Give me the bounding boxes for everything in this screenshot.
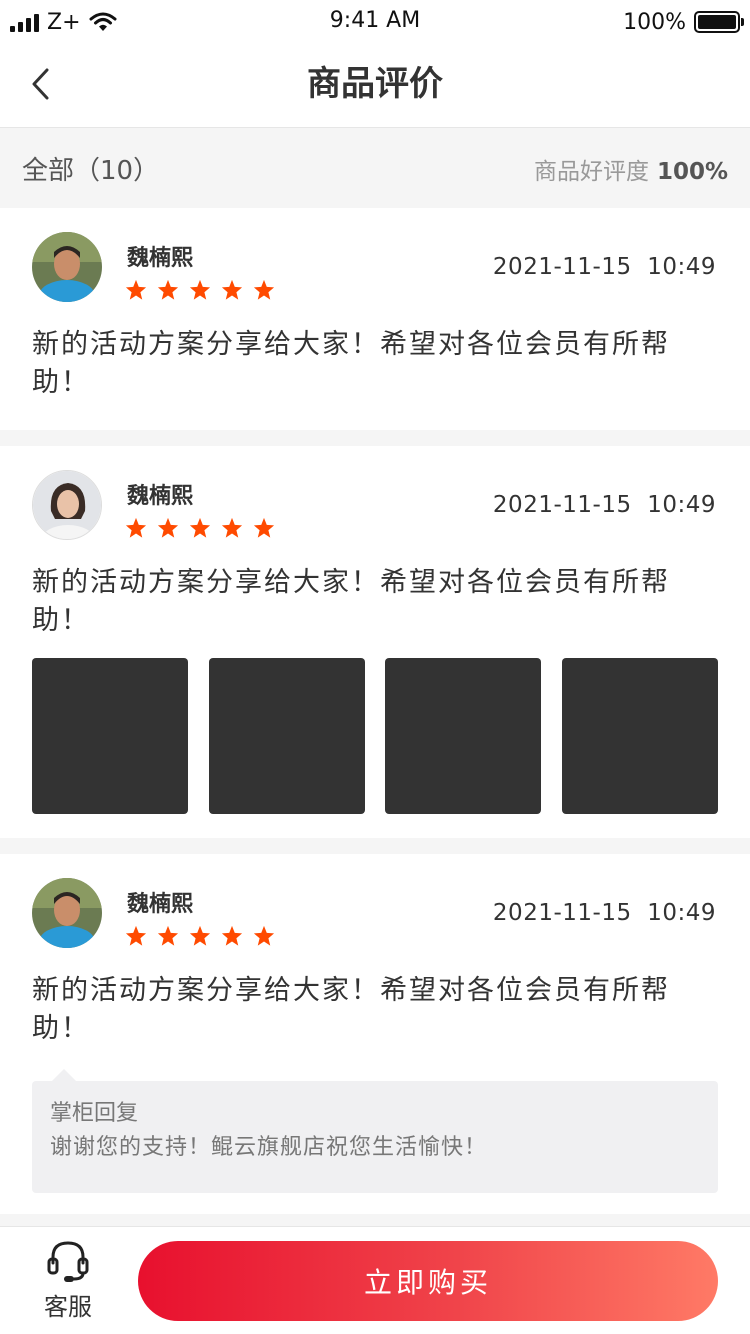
review-card: 魏楠熙 2021-11-15 10:49 新的活动方案分享给大家！希望对各位会员…	[0, 208, 750, 430]
review-time: 2021-11-15 10:49	[492, 492, 716, 518]
review-photo[interactable]	[208, 658, 365, 814]
star-icon	[253, 279, 275, 300]
review-photos	[32, 658, 718, 814]
reviewer-name: 魏楠熙	[127, 246, 194, 271]
star-icon	[157, 279, 179, 300]
avatar	[32, 232, 102, 302]
star-icon	[157, 517, 179, 538]
review-card: 魏楠熙 2021-11-15 10:49 新的活动方案分享给大家！希望对各位会员…	[0, 854, 750, 1214]
star-icon	[253, 925, 275, 946]
status-right: 100%	[623, 8, 744, 36]
filter-all-tab[interactable]: 全部（10）	[22, 150, 159, 187]
review-photo[interactable]	[385, 658, 542, 814]
star-icon	[221, 279, 243, 300]
customer-service-label: 客服	[44, 1293, 92, 1321]
review-photo[interactable]	[561, 658, 718, 814]
review-time: 2021-11-15 10:49	[492, 254, 716, 280]
customer-service-button[interactable]: 客服	[28, 1237, 108, 1327]
review-text: 新的活动方案分享给大家！希望对各位会员有所帮助！	[32, 329, 670, 398]
rating-summary-label: 商品好评度	[533, 159, 649, 185]
reply-label: 掌柜回复	[50, 1101, 139, 1126]
avatar	[32, 878, 102, 948]
rating-stars	[125, 925, 275, 947]
filter-bar: 全部（10） 商品好评度 100%	[0, 128, 750, 208]
review-photo[interactable]	[32, 658, 188, 814]
rating-stars	[125, 279, 275, 301]
review-text: 新的活动方案分享给大家！希望对各位会员有所帮助！	[32, 975, 670, 1044]
star-icon	[253, 517, 275, 538]
star-icon	[157, 925, 179, 946]
rating-summary: 商品好评度 100%	[534, 152, 728, 186]
status-bar: Z+ 9:41 AM 100%	[0, 0, 750, 44]
star-icon	[221, 517, 243, 538]
star-icon	[189, 279, 211, 300]
star-icon	[221, 925, 243, 946]
nav-bar: 商品评价	[0, 44, 750, 128]
merchant-reply: 掌柜回复 谢谢您的支持！鲲云旗舰店祝您生活愉快！	[32, 1069, 718, 1193]
review-card: 魏楠熙 2021-11-15 10:49 新的活动方案分享给大家！希望对各位会员…	[0, 446, 750, 838]
page-title: 商品评价	[307, 64, 443, 104]
star-icon	[125, 279, 147, 300]
battery-icon	[694, 11, 744, 33]
bottom-bar: 客服 立即购买	[0, 1226, 750, 1334]
rating-summary-value: 100%	[656, 159, 728, 185]
battery-percent: 100%	[623, 9, 686, 35]
rating-stars	[125, 517, 275, 539]
avatar	[32, 470, 102, 540]
buy-now-button[interactable]: 立即购买	[138, 1241, 718, 1321]
star-icon	[189, 925, 211, 946]
reviewer-name: 魏楠熙	[127, 484, 194, 509]
reviewer-name: 魏楠熙	[127, 892, 194, 917]
reply-text: 谢谢您的支持！鲲云旗舰店祝您生活愉快！	[50, 1135, 488, 1160]
star-icon	[189, 517, 211, 538]
review-text: 新的活动方案分享给大家！希望对各位会员有所帮助！	[32, 567, 670, 636]
review-time: 2021-11-15 10:49	[492, 900, 716, 926]
star-icon	[125, 925, 147, 946]
star-icon	[125, 517, 147, 538]
headset-icon	[47, 1241, 89, 1282]
